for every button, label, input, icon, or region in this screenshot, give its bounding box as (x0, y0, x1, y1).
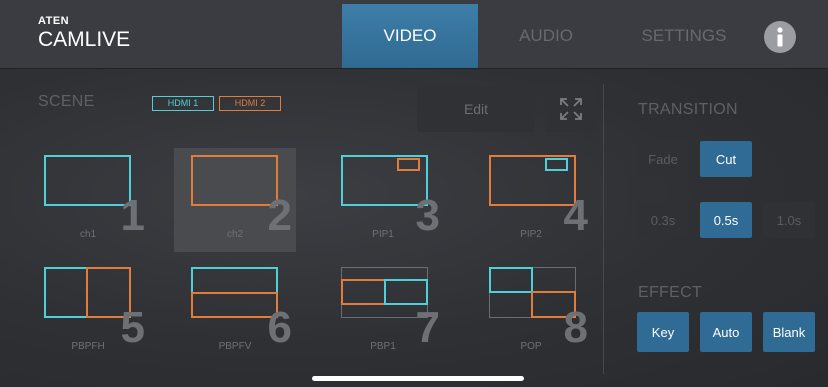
hdmi1-frame (191, 267, 278, 294)
hdmi2-badge: HDMI 2 (219, 96, 281, 111)
scene-tile-ch2[interactable]: 2 ch2 (174, 148, 296, 252)
top-bar: ATEN CAMLIVE VIDEO AUDIO SETTINGS (0, 0, 828, 69)
scene-label: ch1 (79, 229, 97, 240)
blank-button[interactable]: Blank (763, 312, 815, 352)
hdmi1-inset (545, 158, 568, 171)
hdmi1-badge: HDMI 1 (152, 96, 214, 111)
edit-button[interactable]: Edit (417, 86, 535, 132)
duration-0-3s-button[interactable]: 0.3s (637, 202, 689, 238)
hdmi1-frame (384, 279, 428, 305)
info-icon (777, 27, 783, 47)
panel-divider (603, 84, 604, 374)
scene-label: ch2 (226, 229, 244, 240)
app-name: CAMLIVE (38, 28, 131, 51)
key-button[interactable]: Key (637, 312, 689, 352)
hdmi2-frame (191, 155, 278, 206)
scene-tile-pip1[interactable]: 3 PIP1 (322, 148, 444, 252)
scene-label: PBPFV (218, 341, 252, 352)
brand-name: ATEN (38, 15, 70, 27)
scene-label: PBPFH (71, 341, 105, 352)
expand-icon (560, 98, 582, 120)
duration-1-0s-button[interactable]: 1.0s (763, 202, 815, 238)
cut-button[interactable]: Cut (700, 141, 752, 177)
scene-label: POP (520, 341, 542, 352)
info-button[interactable] (764, 21, 796, 53)
auto-button[interactable]: Auto (700, 312, 752, 352)
home-indicator[interactable] (312, 376, 524, 381)
hdmi1-frame (44, 155, 131, 206)
hdmi2-frame (341, 279, 386, 305)
scene-tile-pip2[interactable]: 4 PIP2 (470, 148, 592, 252)
scene-tile-pbp1[interactable]: 7 PBP1 (322, 260, 444, 364)
tab-audio[interactable]: AUDIO (478, 4, 614, 68)
scene-title: SCENE (38, 93, 95, 110)
hdmi1-frame (44, 267, 88, 318)
scene-tile-pop[interactable]: 8 POP (470, 260, 592, 364)
scene-label: PIP1 (372, 229, 394, 240)
scene-tile-pbpfh[interactable]: 5 PBPFH (27, 260, 149, 364)
scene-tile-pbpfv[interactable]: 6 PBPFV (174, 260, 296, 364)
fullscreen-button[interactable] (545, 86, 597, 132)
app-logo: ATEN CAMLIVE (38, 16, 130, 52)
effect-title: EFFECT (638, 284, 703, 301)
transition-title: TRANSITION (638, 101, 738, 118)
duration-0-5s-button[interactable]: 0.5s (700, 202, 752, 238)
tab-video[interactable]: VIDEO (342, 4, 478, 68)
hdmi2-inset (397, 158, 420, 171)
fade-button[interactable]: Fade (637, 141, 689, 177)
scene-label: PIP2 (520, 229, 542, 240)
scene-tile-ch1[interactable]: 1 ch1 (27, 148, 149, 252)
hdmi2-frame (191, 292, 278, 318)
tab-settings[interactable]: SETTINGS (614, 4, 754, 68)
hdmi1-frame (489, 267, 533, 293)
scene-label: PBP1 (370, 341, 396, 352)
